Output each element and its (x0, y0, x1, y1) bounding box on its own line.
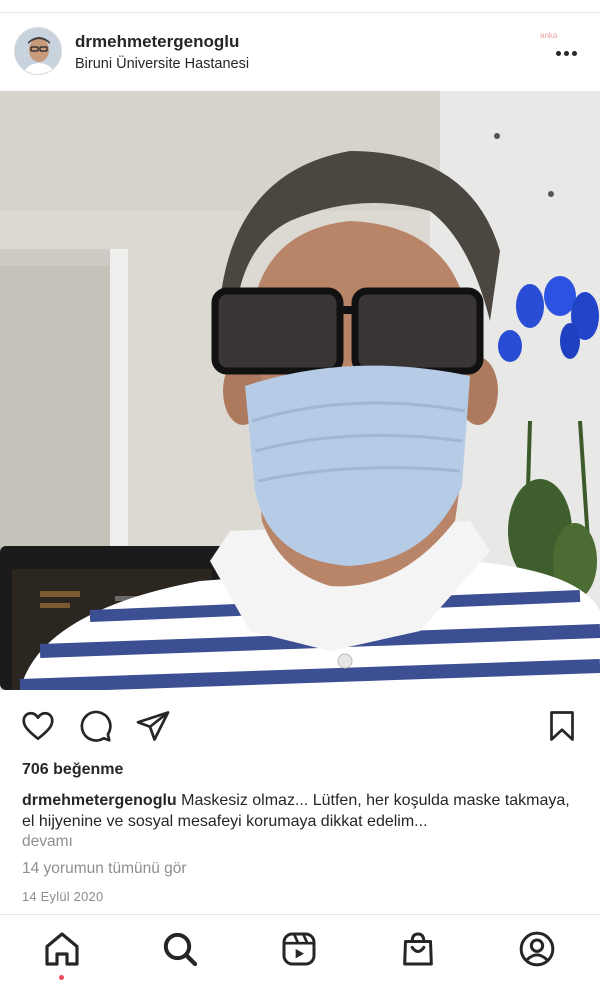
like-count[interactable]: 706 beğenme (22, 761, 123, 779)
more-dot-icon (556, 51, 561, 56)
more-options-button[interactable] (550, 35, 584, 65)
notification-dot (59, 975, 64, 980)
more-dot-icon (564, 51, 569, 56)
view-comments-link[interactable]: 14 yorumun tümünü gör (22, 860, 187, 878)
post-location[interactable]: Biruni Üniversite Hastanesi (75, 56, 249, 72)
post-header: drmehmetergenoglu Biruni Üniversite Hast… (0, 13, 600, 91)
bottom-nav (0, 915, 600, 987)
heart-icon[interactable] (20, 708, 56, 744)
post-photo[interactable] (0, 91, 600, 690)
bookmark-icon[interactable] (544, 708, 580, 744)
post-caption: drmehmetergenoglu Maskesiz olmaz... Lütf… (22, 790, 582, 832)
profile-icon[interactable] (517, 929, 557, 969)
more-dot-icon (572, 51, 577, 56)
caption-more-link[interactable]: devamı (22, 833, 73, 851)
home-icon[interactable] (42, 929, 82, 969)
reels-icon[interactable] (279, 929, 319, 969)
shop-icon[interactable] (398, 929, 438, 969)
post-username[interactable]: drmehmetergenoglu (75, 32, 239, 52)
caption-username[interactable]: drmehmetergenoglu (22, 792, 177, 809)
share-icon[interactable] (135, 708, 171, 744)
comment-icon[interactable] (77, 708, 113, 744)
post-actions (0, 700, 600, 750)
avatar[interactable] (14, 27, 62, 75)
search-icon[interactable] (160, 929, 200, 969)
post-date: 14 Eylül 2020 (22, 889, 104, 904)
